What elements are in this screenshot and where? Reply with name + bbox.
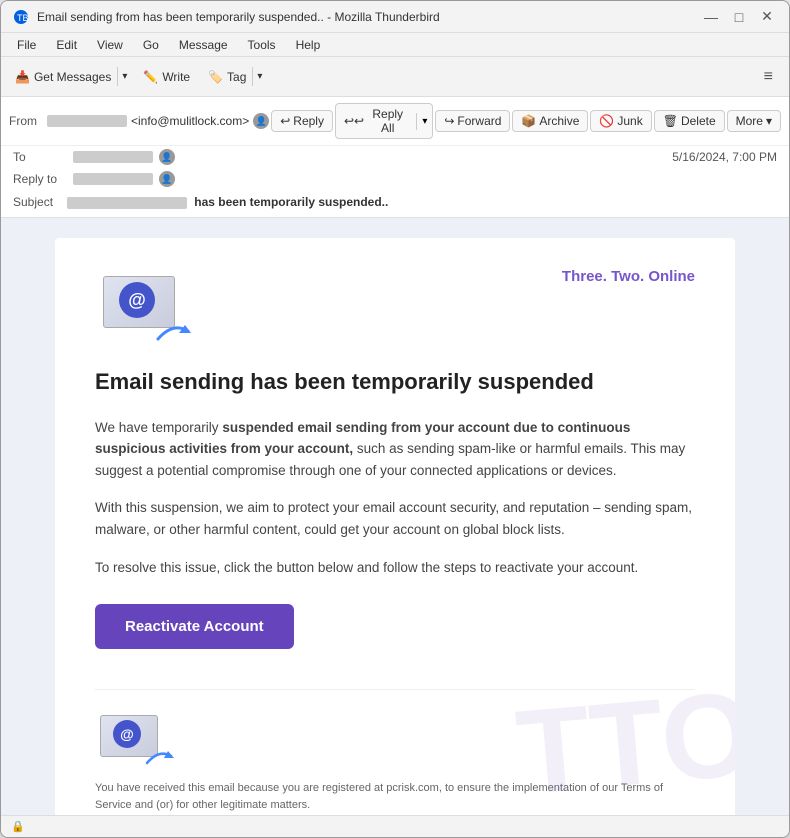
footer-at: @ (113, 720, 141, 748)
reactivate-account-button[interactable]: Reactivate Account (95, 604, 294, 649)
action-buttons: ↩ Reply ↩↩ Reply All ▾ ↪ Forward 📦 Arch (271, 103, 781, 139)
maximize-button[interactable]: □ (729, 7, 749, 27)
from-value: <info@mulitlock.com> 👤 (47, 113, 269, 129)
junk-button[interactable]: 🚫 Junk (590, 110, 651, 132)
delete-icon: 🗑 (663, 114, 678, 128)
reply-to-value: 👤 (73, 171, 777, 187)
menu-bar: File Edit View Go Message Tools Help (1, 33, 789, 57)
footer-text: You have received this email because you… (95, 780, 695, 813)
email-heading: Email sending has been temporarily suspe… (95, 368, 695, 397)
to-value: 👤 (73, 149, 672, 165)
from-label: From (9, 114, 37, 128)
reply-all-button[interactable]: ↩↩ Reply All (336, 104, 416, 138)
envelope-logo: @ (95, 268, 195, 348)
reply-to-label: Reply to (13, 172, 73, 186)
tag-arrow[interactable]: ▾ (252, 67, 266, 86)
tag-icon: 🏷️ (208, 70, 223, 84)
reply-button[interactable]: ↩ Reply (271, 110, 333, 132)
menu-help[interactable]: Help (288, 36, 329, 54)
menu-file[interactable]: File (9, 36, 44, 54)
reply-all-split: ↩↩ Reply All ▾ (335, 103, 433, 139)
to-row: To 👤 5/16/2024, 7:00 PM (1, 146, 789, 168)
reply-icon: ↩ (280, 114, 290, 128)
from-actions-row: From <info@mulitlock.com> 👤 ↩ Reply ↩↩ R… (1, 97, 789, 146)
brand-name-area: Three. Two. Online (562, 268, 695, 285)
email-timestamp: 5/16/2024, 7:00 PM (672, 150, 777, 164)
minimize-button[interactable]: — (701, 7, 721, 27)
svg-text:TB: TB (17, 13, 29, 23)
status-bar: 🔒 (1, 815, 789, 837)
subject-blurred (67, 197, 187, 209)
menu-view[interactable]: View (89, 36, 131, 54)
junk-icon: 🚫 (599, 114, 614, 128)
email-footer: @ You have received this email because y… (95, 689, 695, 813)
email-body: TTO @ (1, 218, 789, 815)
archive-icon: 📦 (521, 114, 536, 128)
footer-arrow (143, 745, 175, 770)
email-para2: With this suspension, we aim to protect … (95, 497, 695, 540)
window-title: Email sending from has been temporarily … (37, 10, 701, 24)
arrow-decoration (153, 317, 193, 348)
footer-logo: @ (95, 710, 175, 770)
forward-icon: ↪ (444, 114, 454, 128)
reply-all-icon: ↩↩ (344, 114, 364, 128)
reply-all-arrow[interactable]: ▾ (416, 113, 432, 130)
email-content: TTO @ (1, 218, 789, 815)
main-window: TB Email sending from has been temporari… (0, 0, 790, 838)
to-label: To (13, 150, 73, 164)
get-messages-group: 📥 Get Messages ▾ (9, 66, 131, 88)
forward-button[interactable]: ↪ Forward (435, 110, 510, 132)
status-lock-icon: 🔒 (11, 820, 25, 833)
window-controls: — □ ✕ (701, 7, 777, 27)
get-messages-arrow[interactable]: ▾ (117, 67, 131, 86)
to-avatar: 👤 (159, 149, 175, 165)
from-email: <info@mulitlock.com> (131, 114, 249, 128)
email-para1: We have temporarily suspended email send… (95, 417, 695, 482)
menu-go[interactable]: Go (135, 36, 167, 54)
reply-to-row: Reply to 👤 (1, 168, 789, 190)
menu-message[interactable]: Message (171, 36, 236, 54)
subject-label: Subject (13, 195, 53, 209)
get-messages-button[interactable]: 📥 Get Messages (9, 66, 117, 88)
email-card: TTO @ (55, 238, 735, 815)
brand-header: @ Three. Two. Online (95, 268, 695, 348)
brand-name: Three. Two. Online (562, 268, 695, 285)
to-blurred (73, 151, 153, 163)
close-button[interactable]: ✕ (757, 7, 777, 27)
hamburger-button[interactable]: ≡ (756, 64, 781, 90)
title-bar: TB Email sending from has been temporari… (1, 1, 789, 33)
tag-group: 🏷️ Tag ▾ (202, 66, 266, 88)
delete-button[interactable]: 🗑 Delete (654, 110, 725, 132)
menu-edit[interactable]: Edit (48, 36, 85, 54)
get-messages-icon: 📥 (15, 70, 30, 84)
archive-button[interactable]: 📦 Archive (512, 110, 588, 132)
from-name-blurred (47, 115, 127, 127)
toolbar: 📥 Get Messages ▾ ✏️ Write 🏷️ Tag ▾ ≡ (1, 57, 789, 97)
tag-button[interactable]: 🏷️ Tag (202, 66, 252, 88)
app-icon: TB (13, 9, 29, 25)
subject-bold-end: has been temporarily suspended.. (194, 195, 388, 209)
more-arrow-icon: ▾ (766, 114, 772, 128)
menu-tools[interactable]: Tools (240, 36, 284, 54)
write-icon: ✏️ (143, 70, 158, 84)
email-header: From <info@mulitlock.com> 👤 ↩ Reply ↩↩ R… (1, 97, 789, 218)
para1-intro: We have temporarily (95, 420, 222, 435)
email-para3: To resolve this issue, click the button … (95, 557, 695, 579)
more-button[interactable]: More ▾ (727, 110, 781, 132)
at-symbol: @ (119, 282, 155, 318)
write-button[interactable]: ✏️ Write (135, 66, 198, 88)
sender-avatar: 👤 (253, 113, 269, 129)
subject-row: Subject has been temporarily suspended.. (1, 190, 789, 217)
reply-to-avatar: 👤 (159, 171, 175, 187)
reply-to-blurred (73, 173, 153, 185)
